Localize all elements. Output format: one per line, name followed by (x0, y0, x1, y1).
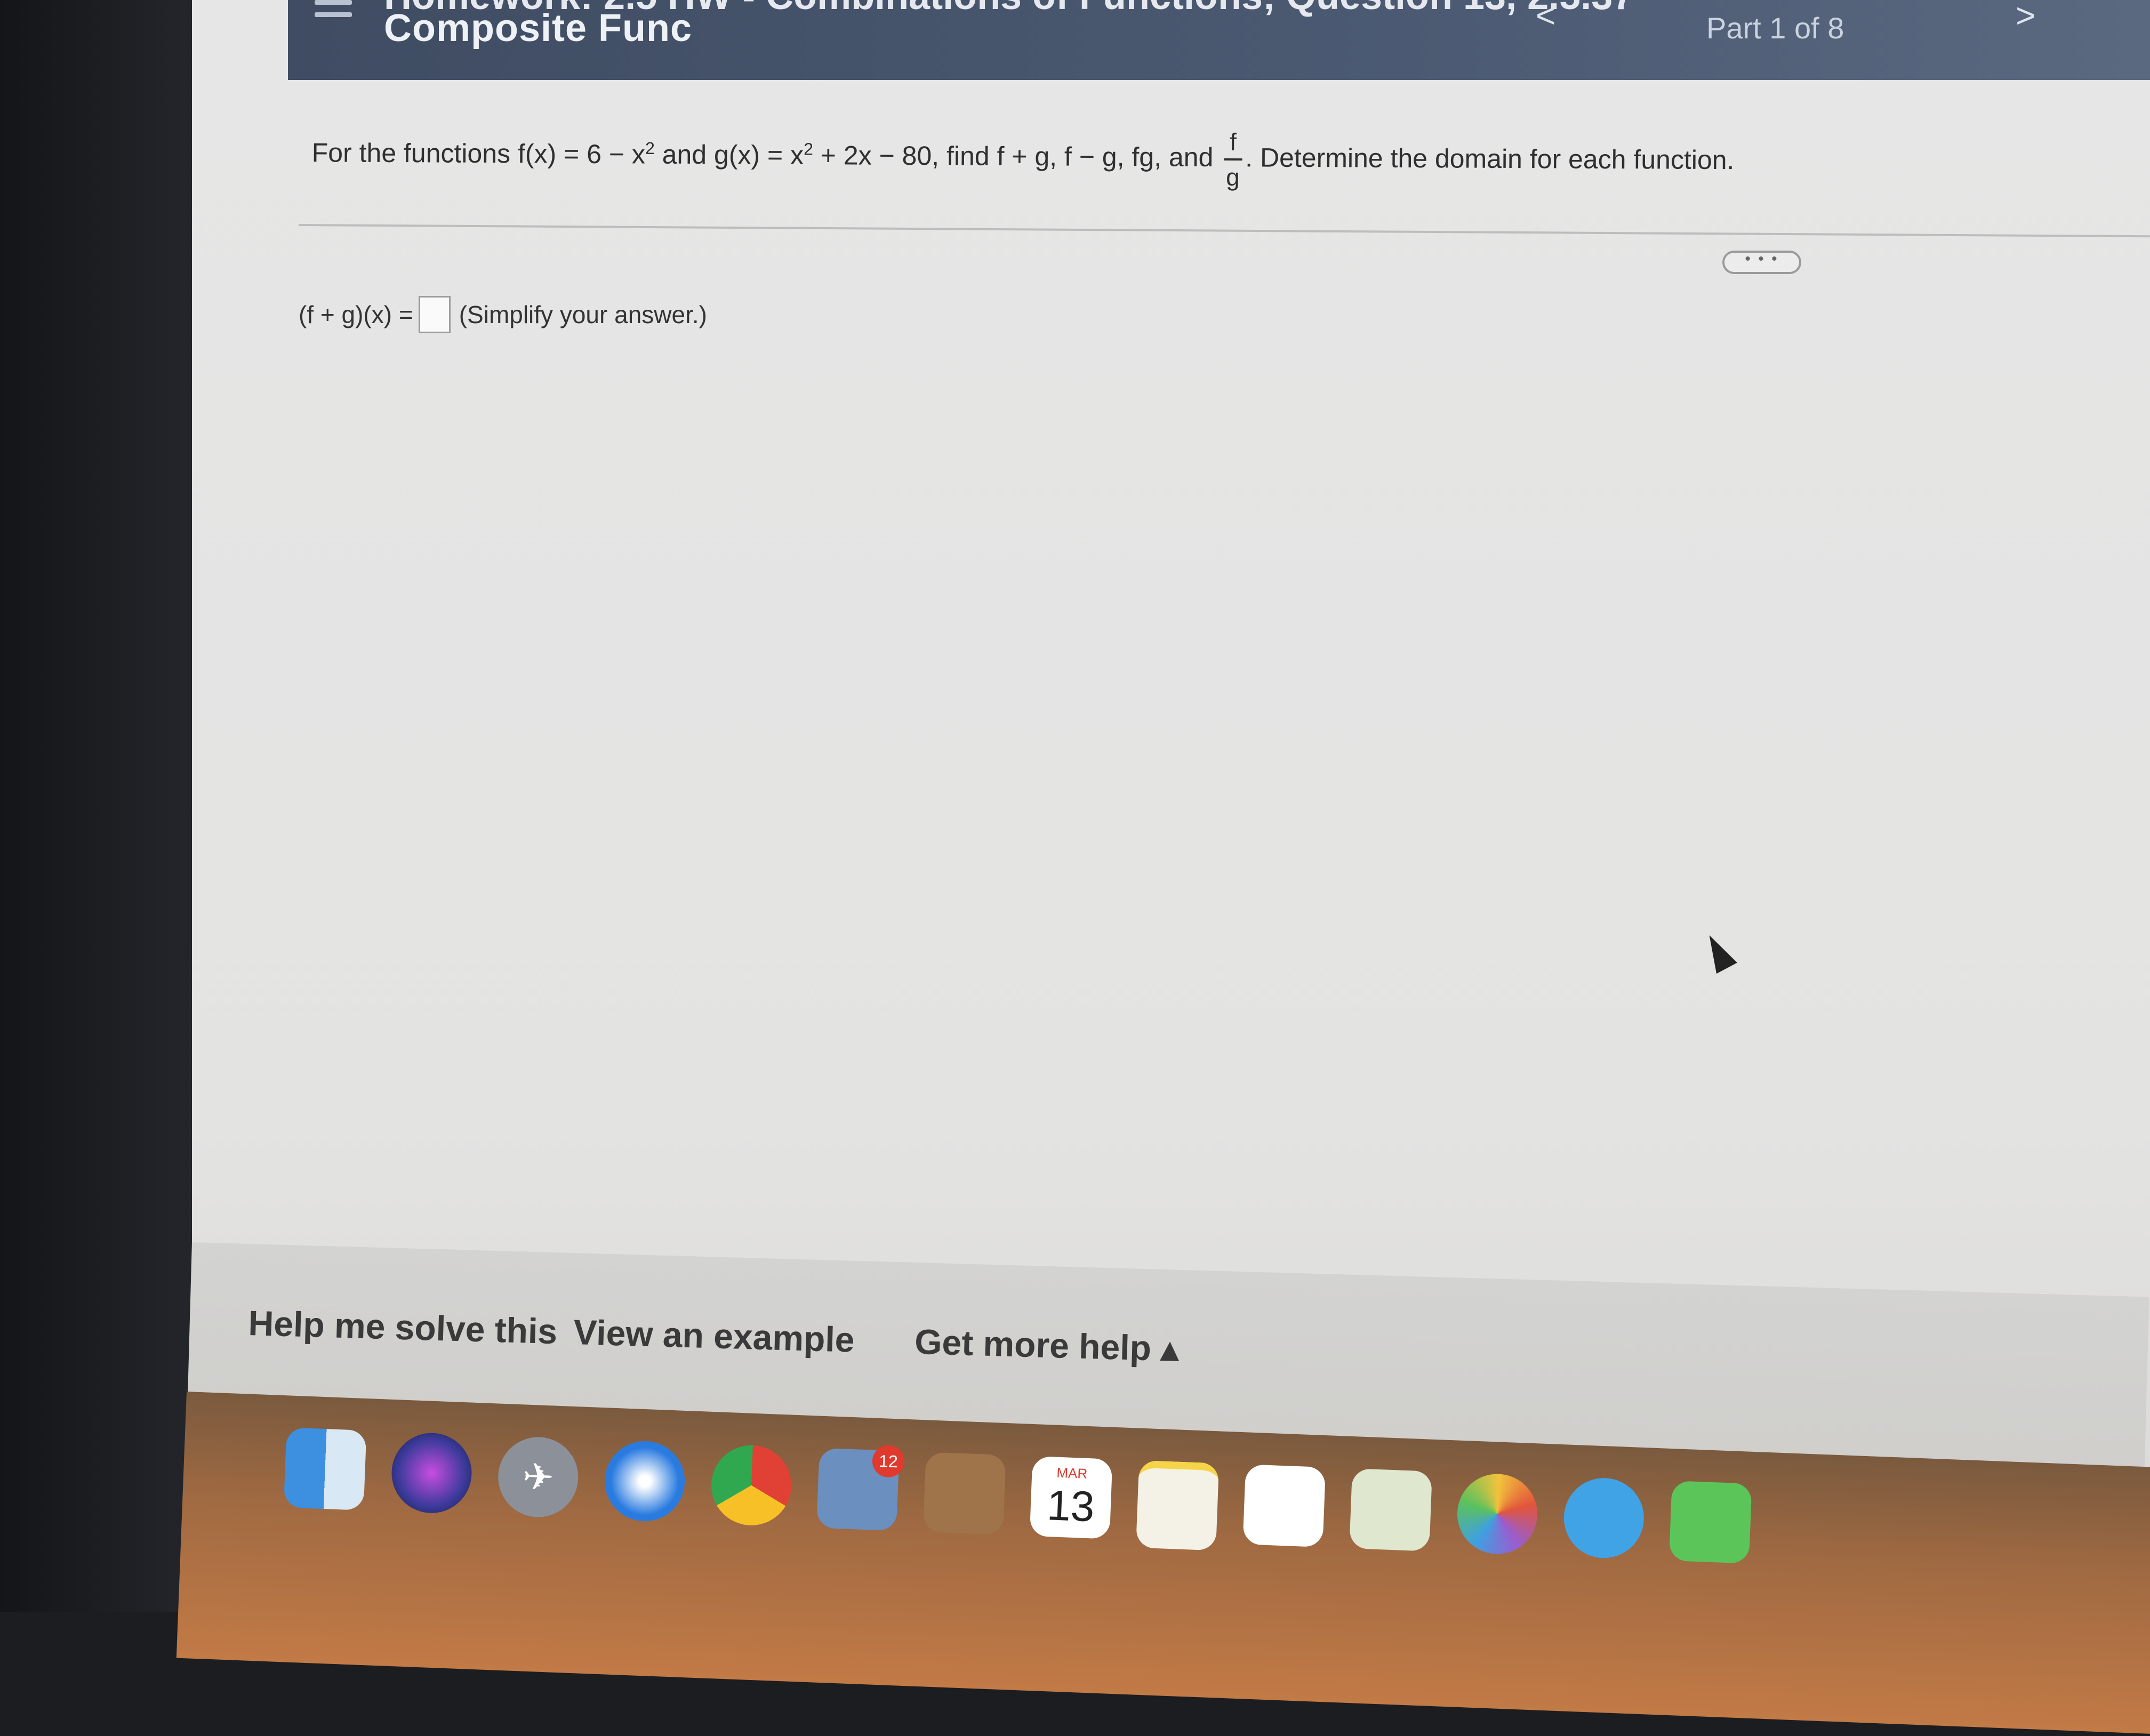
part-indicator: Part 1 of 8 (1706, 11, 1844, 45)
exponent: 2 (804, 139, 814, 159)
fraction-numerator: f (1229, 128, 1237, 156)
question-panel: For the functions f(x) = 6 − x2 and g(x)… (298, 80, 2150, 1253)
question-mid2: + 2x − 80, find f + g, f − g, fg, and (813, 140, 1221, 173)
question-suffix: . Determine the domain for each function… (1245, 142, 1735, 175)
safari-icon[interactable] (603, 1440, 687, 1523)
calendar-day: 13 (1046, 1481, 1096, 1530)
answer-input[interactable] (418, 296, 451, 333)
answer-label: (f + g)(x) = (299, 301, 413, 328)
siri-icon[interactable] (390, 1431, 474, 1515)
get-more-help-button[interactable]: Get more help ▴ (914, 1321, 1179, 1370)
fraction-f-over-g: fg (1224, 127, 1242, 191)
answer-row: (f + g)(x) = (Simplify your answer.) (299, 296, 707, 333)
notes-icon[interactable] (1136, 1460, 1220, 1551)
question-mid1: and g(x) = x (654, 139, 804, 171)
fraction-denominator: g (1226, 163, 1240, 191)
finder-icon[interactable] (283, 1427, 367, 1510)
exponent: 2 (645, 138, 655, 158)
help-me-solve-button[interactable]: Help me solve this (248, 1303, 558, 1352)
view-example-button[interactable]: View an example (573, 1312, 855, 1360)
notification-badge: 12 (871, 1444, 905, 1478)
question-text: For the functions f(x) = 6 − x2 and g(x)… (311, 123, 1735, 194)
launchpad-icon[interactable]: ✈ (496, 1435, 580, 1519)
calendar-icon[interactable]: MAR 13 (1029, 1456, 1113, 1539)
more-options-button[interactable]: • • • (1722, 251, 1801, 274)
fraction-bar (1224, 158, 1242, 161)
next-question-button[interactable]: > (2016, 0, 2035, 35)
page-title: Composite Func (384, 7, 693, 50)
mail-icon[interactable]: 12 (816, 1444, 905, 1531)
header-bar: Homework: 2.5 HW - Combinations of Funct… (288, 0, 2150, 80)
contacts-icon[interactable] (922, 1452, 1006, 1535)
maps-icon[interactable] (1349, 1468, 1432, 1552)
photos-icon[interactable] (1456, 1472, 1539, 1556)
messages-icon[interactable] (1562, 1476, 1646, 1560)
reminders-icon[interactable] (1242, 1464, 1326, 1547)
menu-icon[interactable] (315, 0, 352, 32)
calendar-month: MAR (1056, 1464, 1088, 1482)
previous-question-button[interactable]: < (1536, 0, 1555, 35)
facetime-icon[interactable] (1668, 1481, 1752, 1564)
answer-hint: (Simplify your answer.) (459, 301, 707, 328)
chrome-icon[interactable] (710, 1443, 793, 1527)
divider (298, 224, 2150, 238)
question-prefix: For the functions f(x) = 6 − x (311, 138, 646, 170)
